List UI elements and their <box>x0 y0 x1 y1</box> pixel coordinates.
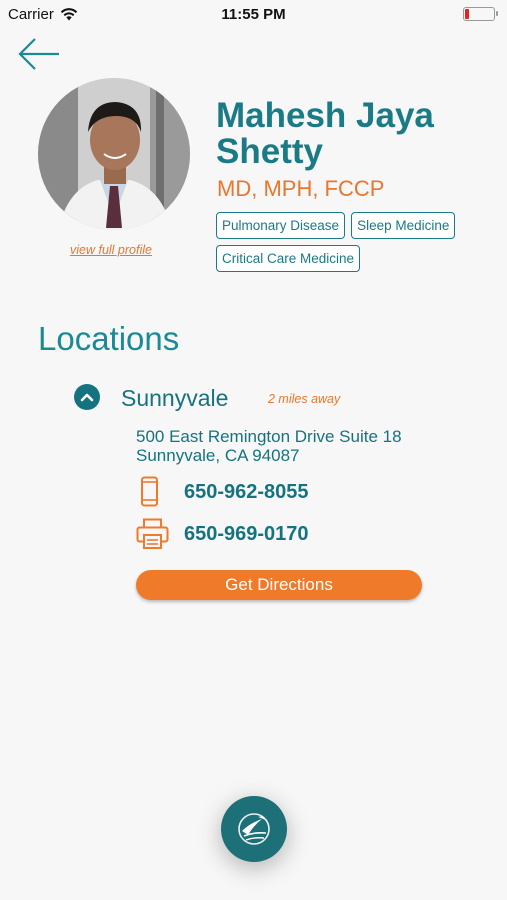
fax-number[interactable]: 650-969-0170 <box>184 523 309 546</box>
status-bar: Carrier 11:55 PM <box>0 0 507 28</box>
doctor-photo <box>38 78 190 230</box>
specialty-tag: Sleep Medicine <box>351 212 456 239</box>
status-left: Carrier <box>8 6 78 23</box>
locations-heading: Locations <box>38 320 180 357</box>
doctor-avatar <box>38 78 190 230</box>
carrier-label: Carrier <box>8 5 54 23</box>
app-logo-button[interactable] <box>221 796 287 862</box>
address-line-2: Sunnyvale, CA 94087 <box>136 446 300 465</box>
phone-number[interactable]: 650-962-8055 <box>184 481 309 504</box>
brand-logo-icon <box>238 813 270 845</box>
get-directions-button[interactable]: Get Directions <box>136 570 422 600</box>
view-full-profile-link[interactable]: view full profile <box>70 243 152 257</box>
specialty-tag: Critical Care Medicine <box>216 245 361 272</box>
wifi-icon <box>60 7 78 20</box>
location-address[interactable]: 500 East Remington Drive Suite 18 Sunnyv… <box>136 427 402 465</box>
address-line-1: 500 East Remington Drive Suite 18 <box>136 427 402 446</box>
fax-printer-icon <box>136 518 169 549</box>
location-distance: 2 miles away <box>268 392 341 406</box>
chevron-up-icon <box>80 393 94 402</box>
doctor-name: Mahesh Jaya Shetty <box>216 96 434 171</box>
specialty-tag: Pulmonary Disease <box>216 212 346 239</box>
back-button[interactable] <box>16 34 62 74</box>
arrow-left-icon <box>18 38 59 70</box>
doctor-credentials: MD, MPH, FCCP <box>217 176 385 201</box>
specialty-tags: Pulmonary Disease Sleep Medicine Critica… <box>216 212 496 272</box>
fax-row[interactable]: 650-969-0170 <box>136 518 309 550</box>
location-city: Sunnyvale <box>121 385 229 411</box>
mobile-phone-icon <box>141 476 158 507</box>
battery-icon <box>463 7 498 21</box>
location-collapse-button[interactable] <box>74 384 100 410</box>
phone-row[interactable]: 650-962-8055 <box>136 476 309 508</box>
